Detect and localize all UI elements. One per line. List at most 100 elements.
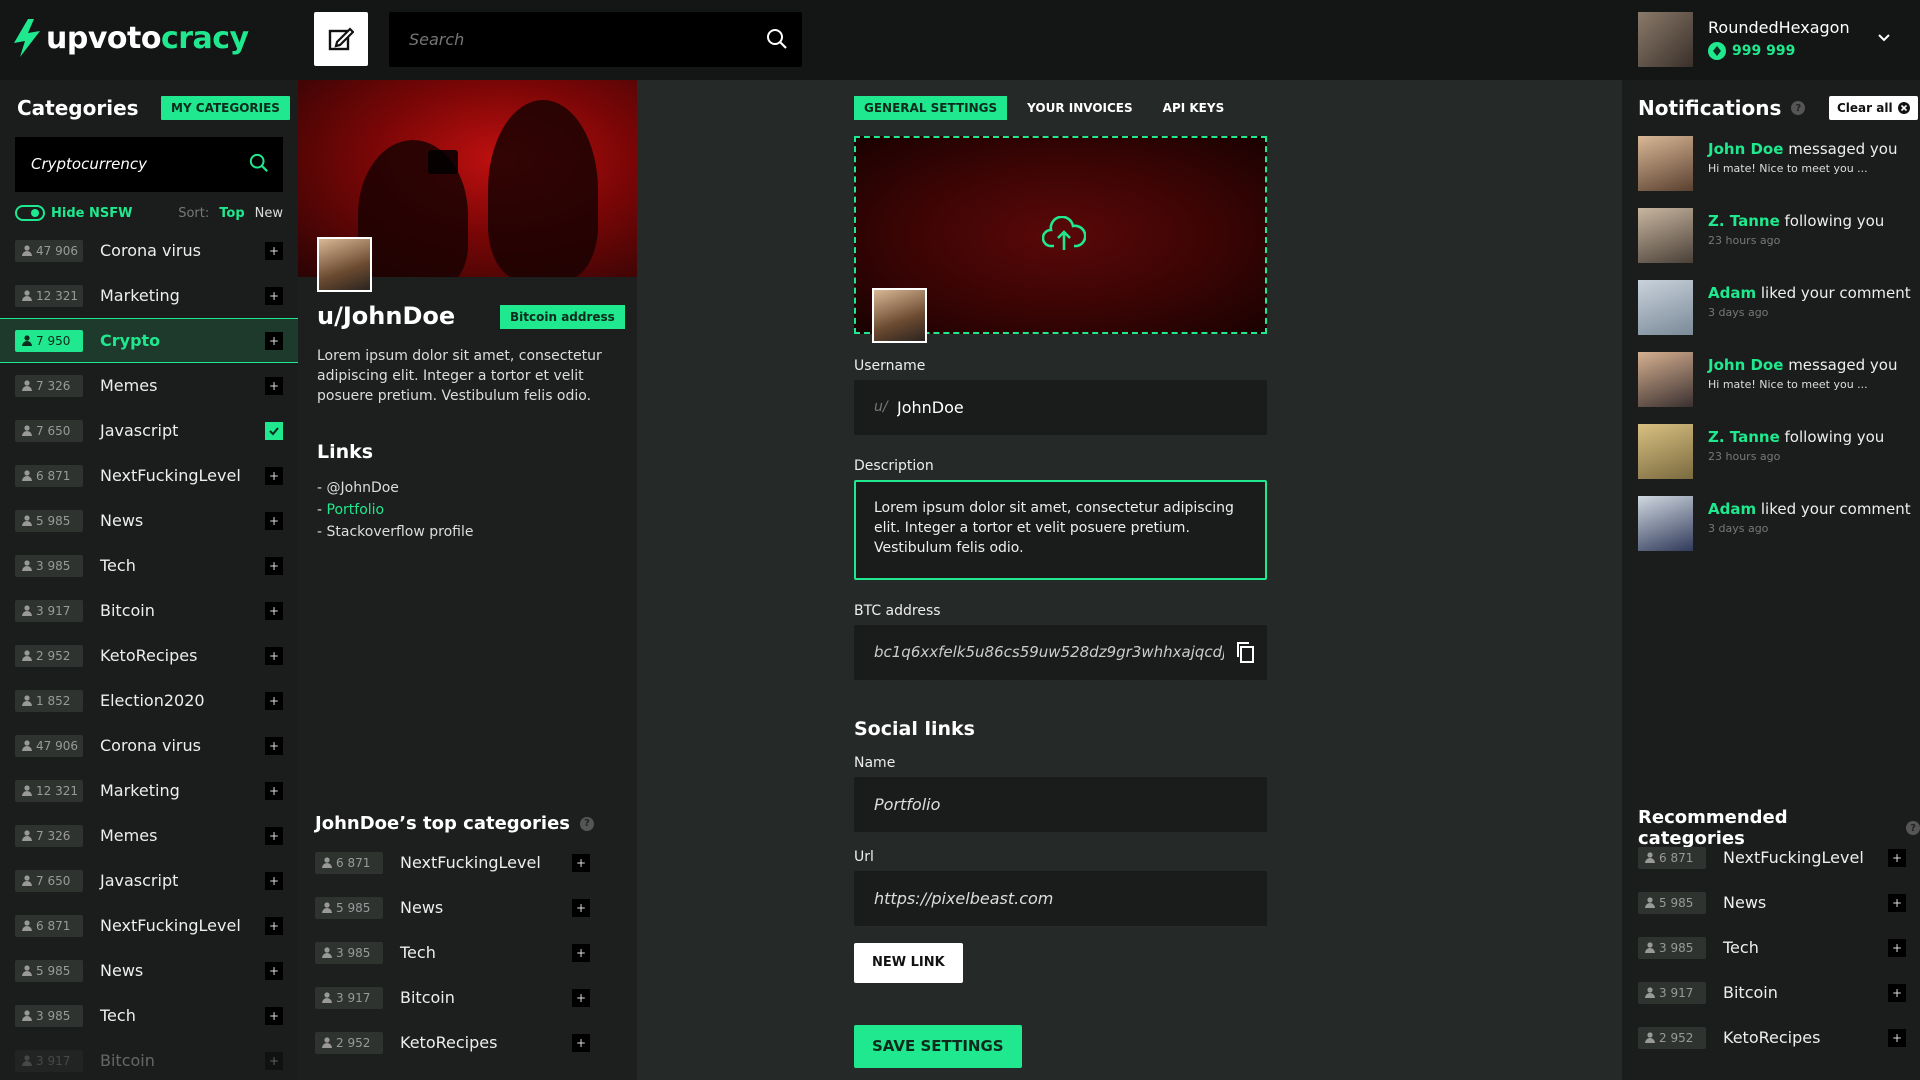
info-icon[interactable]: ? xyxy=(1791,101,1806,115)
top-category-row[interactable]: 3 985 Tech + xyxy=(298,930,637,975)
add-category-button[interactable]: + xyxy=(1888,848,1906,867)
user-avatar[interactable] xyxy=(1638,12,1693,67)
top-category-row[interactable]: 2 952 KetoRecipes + xyxy=(298,1020,637,1065)
search-icon[interactable] xyxy=(766,28,788,50)
search-input[interactable] xyxy=(409,30,739,49)
info-icon[interactable]: ? xyxy=(1906,821,1920,835)
notification-item[interactable]: Adam liked your comment 3 days ago xyxy=(1638,280,1911,335)
add-category-button[interactable]: + xyxy=(1888,938,1906,957)
search-icon[interactable] xyxy=(249,153,269,173)
notification-user[interactable]: John Doe xyxy=(1708,356,1783,374)
info-icon[interactable]: ? xyxy=(580,816,594,831)
top-category-row[interactable]: 6 871 NextFuckingLevel + xyxy=(298,840,637,885)
add-category-button[interactable]: + xyxy=(265,646,283,665)
copy-icon[interactable] xyxy=(1235,641,1255,663)
add-category-button[interactable]: + xyxy=(265,286,283,305)
category-row[interactable]: 7 326 Memes + xyxy=(0,813,298,858)
tab-general-settings[interactable]: GENERAL SETTINGS xyxy=(854,96,1008,120)
category-row[interactable]: 7 326 Memes + xyxy=(0,363,298,408)
category-row[interactable]: 12 321 Marketing + xyxy=(0,768,298,813)
recommended-category-row[interactable]: 3 985 Tech + xyxy=(1622,925,1920,970)
new-link-button[interactable]: NEW LINK xyxy=(854,943,963,983)
add-category-button[interactable]: + xyxy=(572,988,590,1007)
add-category-button[interactable]: + xyxy=(572,898,590,917)
add-category-button[interactable]: + xyxy=(1888,1028,1906,1047)
nsfw-toggle[interactable] xyxy=(15,205,45,221)
notification-user[interactable]: Z. Tanne xyxy=(1708,212,1780,230)
new-post-button[interactable] xyxy=(314,12,368,66)
avatar[interactable] xyxy=(1638,352,1693,407)
add-category-button[interactable]: + xyxy=(572,1033,590,1052)
notification-item[interactable]: Z. Tanne following you 23 hours ago xyxy=(1638,424,1908,479)
add-category-button[interactable]: + xyxy=(265,736,283,755)
notification-user[interactable]: Adam xyxy=(1708,500,1756,518)
add-category-button[interactable]: + xyxy=(1888,983,1906,1002)
avatar[interactable] xyxy=(1638,136,1693,191)
avatar-upload[interactable] xyxy=(872,288,927,343)
add-category-button[interactable]: + xyxy=(265,511,283,530)
link-stackoverflow[interactable]: - Stackoverflow profile xyxy=(317,524,474,540)
add-category-button[interactable]: + xyxy=(265,1051,283,1070)
category-row[interactable]: 5 985 News + xyxy=(0,498,298,543)
top-category-row[interactable]: 5 985 News + xyxy=(298,885,637,930)
add-category-button[interactable]: + xyxy=(265,376,283,395)
subscribed-check-button[interactable] xyxy=(265,421,283,440)
cover-upload-area[interactable] xyxy=(854,136,1267,343)
recommended-category-row[interactable]: 6 871 NextFuckingLevel + xyxy=(1622,835,1920,880)
category-row[interactable]: 6 871 NextFuckingLevel + xyxy=(0,453,298,498)
notification-item[interactable]: John Doe messaged you Hi mate! Nice to me… xyxy=(1638,352,1908,407)
add-category-button[interactable]: + xyxy=(265,781,283,800)
category-row[interactable]: 5 985 News + xyxy=(0,948,298,993)
category-row[interactable]: 6 871 NextFuckingLevel + xyxy=(0,903,298,948)
add-category-button[interactable]: + xyxy=(265,691,283,710)
add-category-button[interactable]: + xyxy=(265,961,283,980)
tab-your-invoices[interactable]: YOUR INVOICES xyxy=(1017,96,1143,120)
notification-user[interactable]: Z. Tanne xyxy=(1708,428,1780,446)
user-menu[interactable]: RoundedHexagon 999 999 xyxy=(1638,12,1900,67)
notification-item[interactable]: John Doe messaged you Hi mate! Nice to me… xyxy=(1638,136,1908,191)
category-row[interactable]: 1 852 Election2020 + xyxy=(0,678,298,723)
recommended-category-row[interactable]: 3 917 Bitcoin + xyxy=(1622,970,1920,1015)
add-category-button[interactable]: + xyxy=(265,871,283,890)
avatar[interactable] xyxy=(1638,280,1693,335)
clear-all-button[interactable]: Clear all xyxy=(1829,96,1918,120)
category-row[interactable]: 12 321 Marketing + xyxy=(0,273,298,318)
btc-address-input[interactable] xyxy=(874,643,1224,661)
category-row[interactable]: 47 906 Corona virus + xyxy=(0,228,298,273)
add-category-button[interactable]: + xyxy=(1888,893,1906,912)
category-row[interactable]: 7 650 Javascript xyxy=(0,408,298,453)
add-category-button[interactable]: + xyxy=(265,1006,283,1025)
avatar[interactable] xyxy=(1638,424,1693,479)
top-category-row[interactable]: 3 917 Bitcoin + xyxy=(298,975,637,1020)
add-category-button[interactable]: + xyxy=(572,943,590,962)
category-row[interactable]: 3 917 Bitcoin + xyxy=(0,588,298,633)
link-url-input[interactable] xyxy=(874,889,1234,908)
category-row[interactable]: 47 906 Corona virus + xyxy=(0,723,298,768)
avatar[interactable] xyxy=(1638,208,1693,263)
recommended-category-row[interactable]: 5 985 News + xyxy=(1622,880,1920,925)
sort-top-option[interactable]: Top xyxy=(219,206,244,221)
notification-item[interactable]: Adam liked your comment 3 days ago xyxy=(1638,496,1911,551)
category-row[interactable]: 7 950 Crypto + xyxy=(0,318,298,363)
category-row[interactable]: 2 952 KetoRecipes + xyxy=(0,633,298,678)
add-category-button[interactable]: + xyxy=(265,466,283,485)
recommended-category-row[interactable]: 2 952 KetoRecipes + xyxy=(1622,1015,1920,1060)
category-row[interactable]: 3 985 Tech + xyxy=(0,993,298,1038)
save-settings-button[interactable]: SAVE SETTINGS xyxy=(854,1025,1022,1068)
notification-item[interactable]: Z. Tanne following you 23 hours ago xyxy=(1638,208,1908,263)
add-category-button[interactable]: + xyxy=(572,853,590,872)
category-search-input[interactable] xyxy=(31,155,231,173)
category-row[interactable]: 3 917 Bitcoin + xyxy=(0,1038,298,1080)
tab-api-keys[interactable]: API KEYS xyxy=(1153,96,1235,120)
sort-new-option[interactable]: New xyxy=(255,206,283,221)
add-category-button[interactable]: + xyxy=(265,331,283,350)
notification-user[interactable]: Adam xyxy=(1708,284,1756,302)
add-category-button[interactable]: + xyxy=(265,601,283,620)
logo[interactable]: upvotocracy xyxy=(14,19,249,57)
notification-user[interactable]: John Doe xyxy=(1708,140,1783,158)
add-category-button[interactable]: + xyxy=(265,556,283,575)
add-category-button[interactable]: + xyxy=(265,826,283,845)
chevron-down-icon[interactable] xyxy=(1876,30,1892,46)
bitcoin-address-button[interactable]: Bitcoin address xyxy=(500,305,625,329)
description-field[interactable]: Lorem ipsum dolor sit amet, consectetur … xyxy=(854,480,1267,580)
